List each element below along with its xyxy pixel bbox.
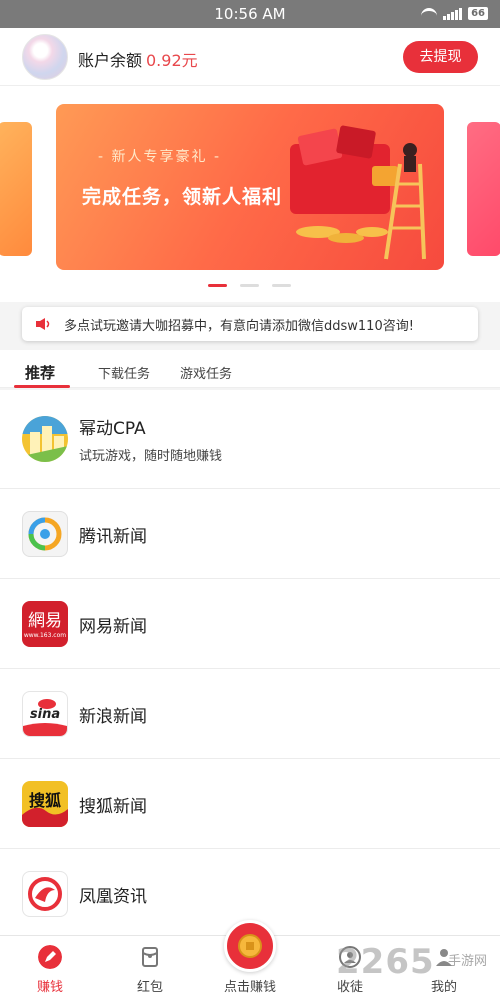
tab-download-tasks[interactable]: 下载任务 <box>98 363 150 382</box>
banner-newbie[interactable]: - 新人专享豪礼 - 完成任务，领新人福利 <box>56 104 444 270</box>
task-tabs: 推荐 下载任务 游戏任务 <box>0 350 500 388</box>
active-tab-indicator <box>14 385 70 388</box>
item-name: 腾讯新闻 <box>79 527 147 547</box>
list-item[interactable]: sina 新浪新闻 <box>0 669 500 759</box>
notice-text: 多点试玩邀请大咖招募中，有意向请添加微信ddsw110咨询! <box>64 319 414 334</box>
nav-earn[interactable]: 赚钱 <box>10 936 90 1000</box>
tencent-news-icon <box>22 511 68 557</box>
red-envelope-illustration-icon <box>290 125 426 260</box>
sina-news-icon: sina <box>22 691 68 737</box>
list-item[interactable]: 網易 www.163.com 网易新闻 <box>0 579 500 669</box>
item-name: 搜狐新闻 <box>79 797 147 817</box>
banner-carousel: - 新人专享豪礼 - 完成任务，领新人福利 <box>0 86 500 302</box>
watermark-sub: 手游网 <box>448 954 488 969</box>
list-item[interactable]: 幂动CPA 试玩游戏，随时随地赚钱 <box>0 390 500 489</box>
item-desc: 试玩游戏，随时随地赚钱 <box>79 449 223 464</box>
item-name: 网易新闻 <box>79 617 147 637</box>
item-name: 新浪新闻 <box>79 707 147 727</box>
banner-subtitle: - 新人专享豪礼 - <box>98 149 222 165</box>
wifi-icon <box>421 7 438 20</box>
sohu-news-icon: 搜狐 <box>22 781 68 827</box>
nav-red-envelope[interactable]: 红包 <box>110 936 190 1000</box>
next-banner-card[interactable] <box>467 122 500 256</box>
netease-news-icon: 網易 www.163.com <box>22 601 68 647</box>
mdcpa-icon <box>22 416 68 462</box>
tab-game-tasks[interactable]: 游戏任务 <box>180 363 232 382</box>
nav-label: 赚钱 <box>36 980 63 995</box>
carousel-dot[interactable] <box>240 284 259 287</box>
item-name: 幂动CPA <box>79 419 146 439</box>
carousel-dots <box>208 284 291 287</box>
ifeng-icon <box>22 871 68 917</box>
status-bar: 10:56 AM 66 <box>0 0 500 28</box>
withdraw-button[interactable]: 去提现 <box>403 41 478 73</box>
balance-value: 0.92元 <box>146 51 198 70</box>
signal-icon <box>443 7 463 20</box>
pencil-icon <box>38 945 62 969</box>
speaker-icon <box>36 318 50 330</box>
banner-title: 完成任务，领新人福利 <box>82 186 283 208</box>
nav-label: 红包 <box>136 980 163 995</box>
watermark: 2265 <box>336 942 435 982</box>
tab-recommended[interactable]: 推荐 <box>25 362 55 383</box>
coin-icon <box>238 934 262 958</box>
netease-logo-text: 網易 <box>28 611 62 631</box>
item-name: 凤凰资讯 <box>79 887 147 907</box>
red-envelope-icon <box>142 947 158 967</box>
battery-icon: 66 <box>468 7 488 20</box>
prev-banner-card[interactable] <box>0 122 32 256</box>
netease-logo-sub: www.163.com <box>23 632 67 639</box>
avatar[interactable] <box>22 34 68 80</box>
account-header: 账户余额 0.92元 去提现 <box>0 28 500 86</box>
list-item[interactable]: 腾讯新闻 <box>0 489 500 579</box>
nav-label: 点击赚钱 <box>223 980 276 995</box>
sina-logo-text: sina <box>29 707 61 722</box>
carousel-dot[interactable] <box>208 284 227 287</box>
click-earn-button[interactable] <box>224 920 276 972</box>
sohu-logo-text: 搜狐 <box>28 791 61 810</box>
notice-bar[interactable]: 多点试玩邀请大咖招募中，有意向请添加微信ddsw110咨询! <box>22 307 478 341</box>
balance-label: 账户余额 <box>78 51 143 70</box>
carousel-dot[interactable] <box>272 284 291 287</box>
list-item[interactable]: 搜狐 搜狐新闻 <box>0 759 500 849</box>
